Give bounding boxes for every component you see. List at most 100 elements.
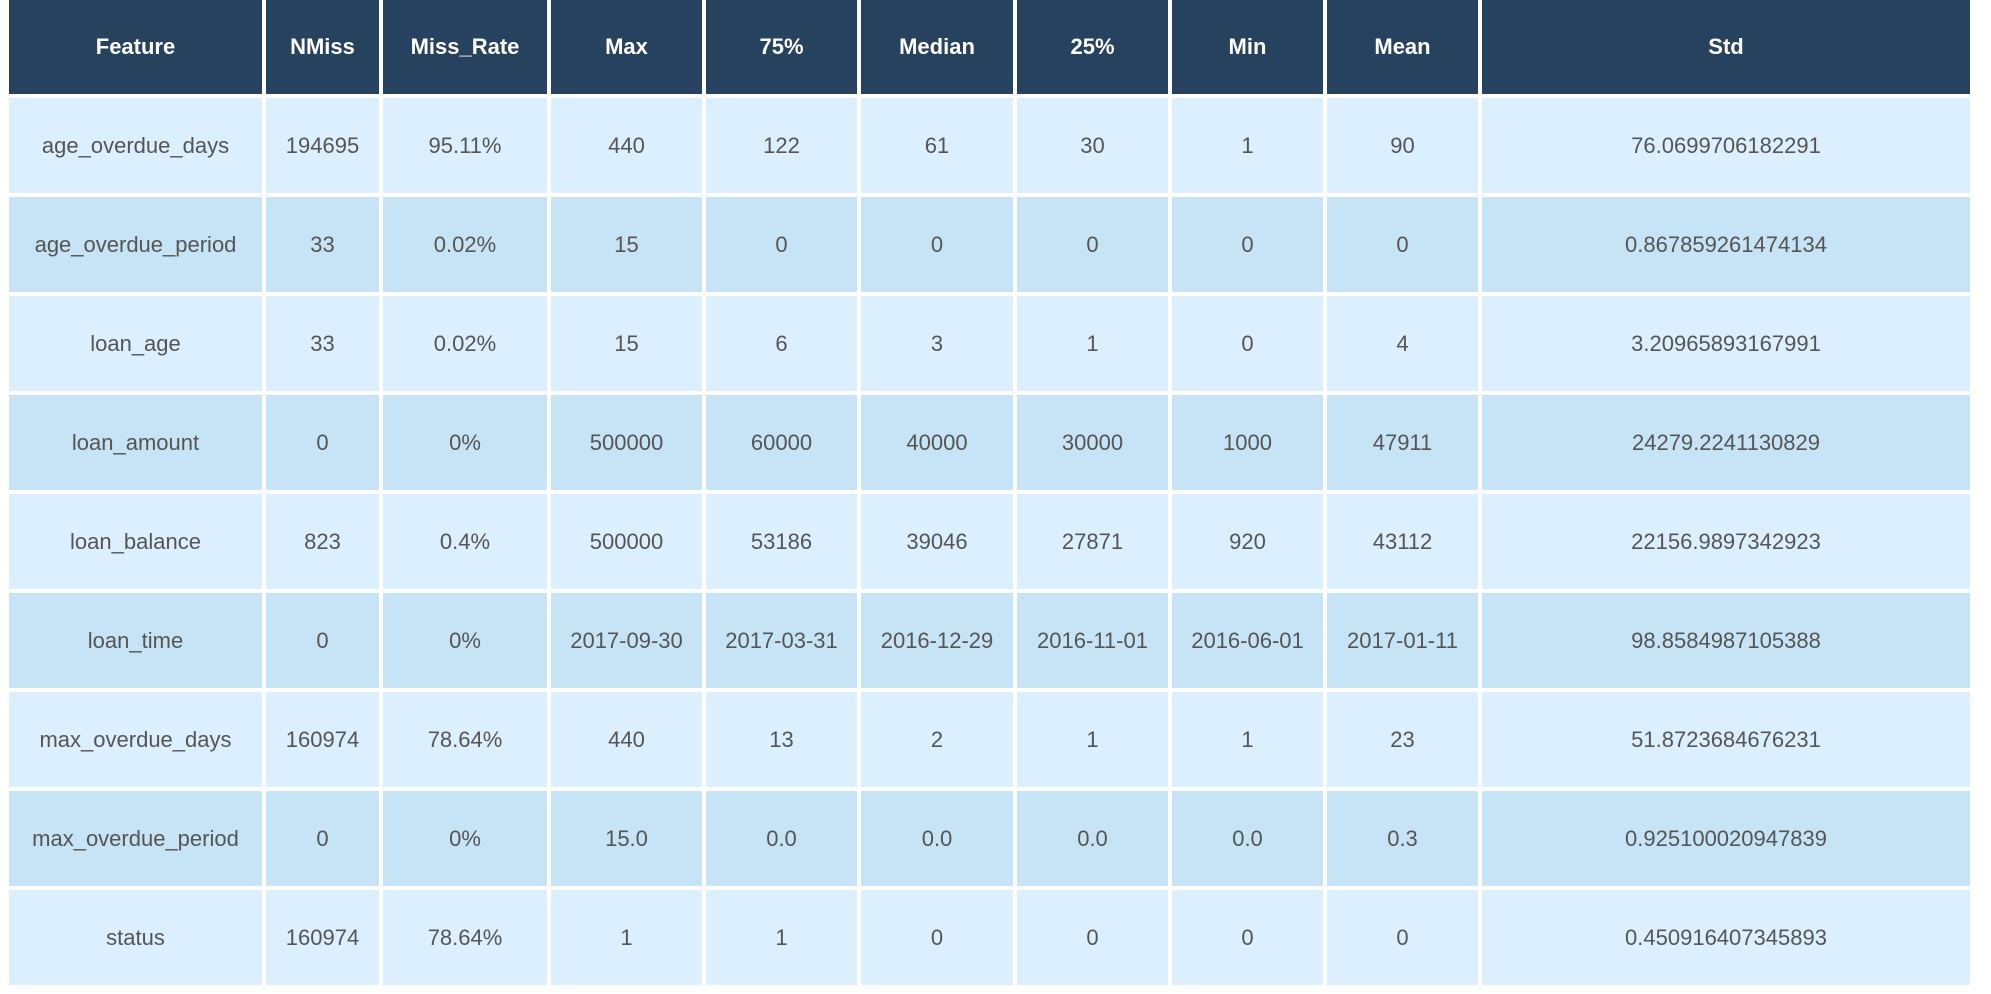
table-cell: 0.4% (383, 494, 547, 589)
column-header: Feature (9, 0, 262, 94)
table-cell: 0 (1327, 890, 1478, 985)
summary-stats-table: Feature NMiss Miss_Rate Max 75% Median 25% Min M… (5, 0, 1974, 989)
table-cell: 15 (551, 197, 702, 292)
table-cell: 0 (266, 593, 379, 688)
table-cell: 60000 (706, 395, 857, 490)
table-cell: 15.0 (551, 791, 702, 886)
table-cell: 0 (706, 197, 857, 292)
table-cell: 15 (551, 296, 702, 391)
table-header-row: Feature NMiss Miss_Rate Max 75% Median 25% Min M… (9, 0, 1970, 94)
table-cell: 1 (706, 890, 857, 985)
table-row: loan_time 0 0% 2017-09-30 2017-03-31 2016-12-… (9, 593, 1970, 688)
table-cell: 1 (1017, 296, 1168, 391)
table-cell: 40000 (861, 395, 1013, 490)
table-cell: 0.0 (1017, 791, 1168, 886)
table-row: age_overdue_days 194695 95.11% 440 122 61 30 1 9… (9, 98, 1970, 193)
table-cell: 39046 (861, 494, 1013, 589)
table-cell: 30 (1017, 98, 1168, 193)
column-header: 75% (706, 0, 857, 94)
table-cell: 0.0 (861, 791, 1013, 886)
table-cell: 23 (1327, 692, 1478, 787)
table-cell: 1000 (1172, 395, 1323, 490)
table-cell: 160974 (266, 692, 379, 787)
table-cell: 3 (861, 296, 1013, 391)
table-cell: 98.8584987105388 (1482, 593, 1970, 688)
table-cell: 43112 (1327, 494, 1478, 589)
column-header: Miss_Rate (383, 0, 547, 94)
table-cell: 0.0 (1172, 791, 1323, 886)
feature-name-cell: loan_age (9, 296, 262, 391)
table-body: age_overdue_days 194695 95.11% 440 122 61 30 1 9… (9, 98, 1970, 985)
table-cell: 1 (1172, 692, 1323, 787)
table-cell: 76.0699706182291 (1482, 98, 1970, 193)
table-cell: 0 (1017, 197, 1168, 292)
table-cell: 2016-12-29 (861, 593, 1013, 688)
feature-name-cell: loan_time (9, 593, 262, 688)
table-cell: 0.450916407345893 (1482, 890, 1970, 985)
table-row: loan_amount 0 0% 500000 60000 40000 30000 1000 4… (9, 395, 1970, 490)
table-cell: 2 (861, 692, 1013, 787)
column-header: Mean (1327, 0, 1478, 94)
table-cell: 0.3 (1327, 791, 1478, 886)
table-cell: 30000 (1017, 395, 1168, 490)
table-cell: 78.64% (383, 692, 547, 787)
feature-name-cell: age_overdue_period (9, 197, 262, 292)
table-cell: 0.02% (383, 197, 547, 292)
table-cell: 6 (706, 296, 857, 391)
table-cell: 0 (861, 890, 1013, 985)
feature-name-cell: max_overdue_days (9, 692, 262, 787)
table-cell: 24279.2241130829 (1482, 395, 1970, 490)
table-cell: 0 (266, 791, 379, 886)
feature-name-cell: max_overdue_period (9, 791, 262, 886)
table-cell: 0 (861, 197, 1013, 292)
feature-name-cell: loan_amount (9, 395, 262, 490)
table-cell: 27871 (1017, 494, 1168, 589)
table-cell: 2017-01-11 (1327, 593, 1478, 688)
table-cell: 90 (1327, 98, 1478, 193)
table-cell: 2016-06-01 (1172, 593, 1323, 688)
table-cell: 3.20965893167991 (1482, 296, 1970, 391)
table-cell: 61 (861, 98, 1013, 193)
table-cell: 500000 (551, 494, 702, 589)
table-row: loan_age 33 0.02% 15 6 3 1 0 4 3.20965893167991 (9, 296, 1970, 391)
table-cell: 4 (1327, 296, 1478, 391)
table-cell: 1 (1172, 98, 1323, 193)
table-cell: 0 (1172, 296, 1323, 391)
table-row: max_overdue_period 0 0% 15.0 0.0 0.0 0.0 0.0 0.3… (9, 791, 1970, 886)
table-cell: 47911 (1327, 395, 1478, 490)
table-cell: 0 (1172, 890, 1323, 985)
column-header: Median (861, 0, 1013, 94)
feature-name-cell: age_overdue_days (9, 98, 262, 193)
column-header: Min (1172, 0, 1323, 94)
table-cell: 0.867859261474134 (1482, 197, 1970, 292)
table-cell: 53186 (706, 494, 857, 589)
table-cell: 51.8723684676231 (1482, 692, 1970, 787)
table-cell: 0 (1172, 197, 1323, 292)
feature-name-cell: status (9, 890, 262, 985)
table-cell: 160974 (266, 890, 379, 985)
table-cell: 95.11% (383, 98, 547, 193)
table-row: status 160974 78.64% 1 1 0 0 0 0 0.45091640734589… (9, 890, 1970, 985)
table-row: age_overdue_period 33 0.02% 15 0 0 0 0 0 0.867859… (9, 197, 1970, 292)
table-cell: 500000 (551, 395, 702, 490)
table-cell: 13 (706, 692, 857, 787)
table-row: max_overdue_days 160974 78.64% 440 13 2 1 1 23 51… (9, 692, 1970, 787)
table-cell: 0% (383, 791, 547, 886)
table-cell: 0% (383, 395, 547, 490)
column-header: Max (551, 0, 702, 94)
table-cell: 194695 (266, 98, 379, 193)
table-cell: 22156.9897342923 (1482, 494, 1970, 589)
table-cell: 823 (266, 494, 379, 589)
table-cell: 0 (266, 395, 379, 490)
table-cell: 0.02% (383, 296, 547, 391)
summary-stats-table-container: Feature NMiss Miss_Rate Max 75% Median 25% Min M… (9, 0, 1984, 989)
table-row: loan_balance 823 0.4% 500000 53186 39046 27871… (9, 494, 1970, 589)
table-cell: 1 (551, 890, 702, 985)
column-header: Std (1482, 0, 1970, 94)
table-cell: 78.64% (383, 890, 547, 985)
table-cell: 122 (706, 98, 857, 193)
table-cell: 0 (1327, 197, 1478, 292)
table-cell: 440 (551, 692, 702, 787)
column-header: 25% (1017, 0, 1168, 94)
column-header: NMiss (266, 0, 379, 94)
